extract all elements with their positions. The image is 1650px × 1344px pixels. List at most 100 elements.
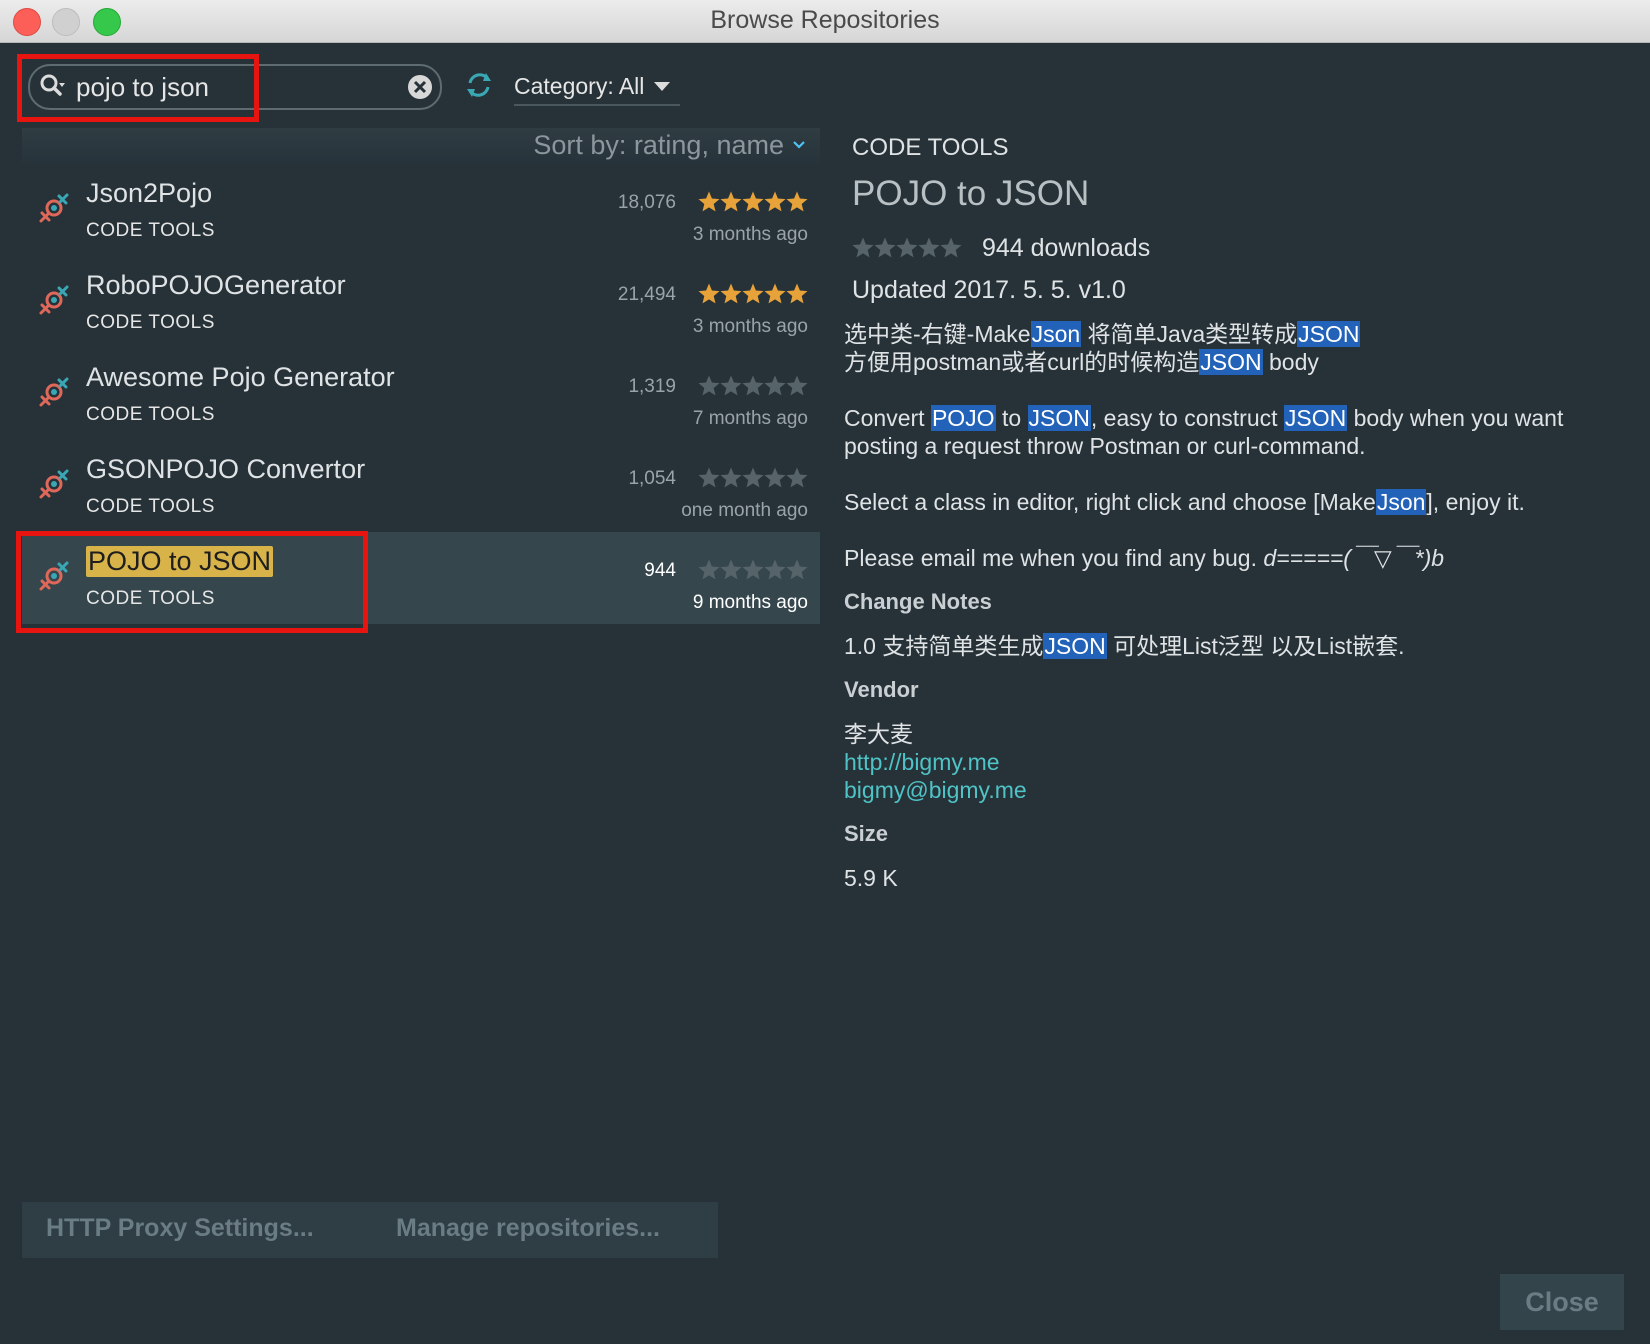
- search-match: JSON: [1027, 405, 1091, 431]
- star-icon: [698, 375, 720, 396]
- plugin-downloads: 18,076: [617, 192, 676, 213]
- star-icon: [786, 559, 808, 580]
- search-match: JSON: [1283, 405, 1348, 431]
- star-icon: [786, 375, 808, 396]
- desc-text: 1.0 支持简单类生成: [844, 633, 1044, 659]
- plugin-rating-stars: [698, 283, 808, 304]
- manage-repositories-button[interactable]: Manage repositories...: [396, 1214, 660, 1243]
- plugin-name: RoboPOJOGenerator: [86, 270, 346, 300]
- star-icon: [764, 191, 786, 212]
- description-usage: Select a class in editor, right click an…: [844, 488, 1634, 516]
- refresh-icon[interactable]: [462, 68, 496, 102]
- change-notes-heading: Change Notes: [844, 589, 992, 614]
- plugin-list-item[interactable]: GSONPOJO Convertor CODE TOOLS 1,054 one …: [22, 440, 820, 532]
- desc-text: Convert: [844, 405, 931, 431]
- browse-repositories-window: Browse Repositories Category: All Sort b…: [0, 0, 1650, 1344]
- plugin-category: CODE TOOLS: [86, 496, 215, 517]
- star-icon: [874, 237, 896, 258]
- vendor-info: 李大麦 http://bigmy.me bigmy@bigmy.me: [844, 720, 1634, 804]
- star-icon: [896, 237, 918, 258]
- desc-text: 可处理List泛型 以及List嵌套.: [1106, 633, 1405, 659]
- plugin-date: 7 months ago: [692, 408, 808, 429]
- plugin-list-item[interactable]: Json2Pojo CODE TOOLS 18,076 3 months ago: [22, 164, 820, 256]
- detail-rating-stars: [852, 237, 962, 258]
- search-match: JSON: [1043, 633, 1107, 659]
- bottom-actions: HTTP Proxy Settings... Manage repositori…: [22, 1202, 718, 1258]
- vendor-email-link[interactable]: bigmy@bigmy.me: [844, 777, 1027, 803]
- detail-description: 选中类-右键-MakeJson 将简单Java类型转成JSON 方便用postm…: [844, 320, 1634, 920]
- plugin-icon: [39, 469, 69, 499]
- star-icon: [742, 467, 764, 488]
- detail-downloads: 944 downloads: [982, 234, 1151, 262]
- category-label: Category: All: [514, 72, 645, 99]
- desc-text: Select a class in editor, right click an…: [844, 489, 1376, 515]
- detail-updated: Updated 2017. 5. 5. v1.0: [852, 276, 1126, 304]
- plugin-name: GSONPOJO Convertor: [86, 454, 366, 484]
- star-icon: [764, 559, 786, 580]
- annotation-highlight-selected-item: [16, 531, 368, 633]
- desc-text: 将简单Java类型转成: [1081, 321, 1298, 347]
- plugin-downloads: 21,494: [617, 284, 676, 305]
- search-match: JSON: [1297, 321, 1361, 347]
- search-match: POJO: [930, 405, 996, 431]
- detail-title: POJO to JSON: [852, 174, 1090, 213]
- star-icon: [720, 559, 742, 580]
- search-match: JSON: [1199, 349, 1263, 375]
- plugin-downloads: 1,054: [628, 468, 676, 489]
- chevron-down-icon: [654, 81, 671, 91]
- star-icon: [786, 467, 808, 488]
- desc-text: ], enjoy it.: [1426, 489, 1525, 515]
- sort-label[interactable]: Sort by: rating, name: [533, 130, 784, 161]
- plugin-date: 9 months ago: [692, 592, 808, 613]
- plugin-icon: [39, 193, 69, 223]
- plugin-name: Json2Pojo: [86, 178, 213, 208]
- desc-text: body: [1262, 349, 1319, 375]
- annotation-highlight-search: [17, 54, 259, 122]
- plugin-list-item[interactable]: Awesome Pojo Generator CODE TOOLS 1,319 …: [22, 348, 820, 440]
- plugin-list-item[interactable]: RoboPOJOGenerator CODE TOOLS 21,494 3 mo…: [22, 256, 820, 348]
- category-dropdown[interactable]: Category: All: [514, 68, 681, 106]
- title-bar: Browse Repositories: [0, 0, 1650, 43]
- search-match: Json: [1375, 489, 1427, 515]
- change-notes-text: 1.0 支持简单类生成JSON 可处理List泛型 以及List嵌套.: [844, 632, 1634, 660]
- desc-text: to: [995, 405, 1028, 431]
- description-english: Convert POJO to JSON, easy to construct …: [844, 404, 1634, 460]
- star-icon: [720, 375, 742, 396]
- desc-emoticon: d=====(￣▽￣*)b: [1263, 545, 1445, 571]
- star-icon: [764, 283, 786, 304]
- plugin-rating-stars: [698, 467, 808, 488]
- desc-text: Please email me when you find any bug.: [844, 545, 1264, 571]
- desc-text: 选中类-右键-Make: [844, 321, 1031, 347]
- http-proxy-settings-button[interactable]: HTTP Proxy Settings...: [46, 1214, 314, 1243]
- star-icon: [698, 283, 720, 304]
- plugin-date: 3 months ago: [692, 224, 808, 245]
- plugin-icon: [39, 377, 69, 407]
- plugin-downloads: 944: [644, 560, 676, 581]
- star-icon: [918, 237, 940, 258]
- star-icon: [786, 283, 808, 304]
- search-match: Json: [1030, 321, 1082, 347]
- desc-text: , easy to construct: [1090, 405, 1284, 431]
- vendor-heading: Vendor: [844, 677, 919, 702]
- star-icon: [742, 191, 764, 212]
- close-button[interactable]: Close: [1500, 1274, 1624, 1330]
- plugin-name: Awesome Pojo Generator: [86, 362, 395, 392]
- star-icon: [720, 191, 742, 212]
- sort-bar[interactable]: Sort by: rating, name: [22, 128, 820, 164]
- star-icon: [742, 283, 764, 304]
- description-bug-note: Please email me when you find any bug. d…: [844, 544, 1634, 572]
- star-icon: [852, 237, 874, 258]
- star-icon: [698, 191, 720, 212]
- star-icon: [940, 237, 962, 258]
- star-icon: [698, 559, 720, 580]
- sort-chevron-icon[interactable]: [792, 140, 806, 150]
- vendor-url-link[interactable]: http://bigmy.me: [844, 749, 1000, 775]
- star-icon: [720, 283, 742, 304]
- clear-search-icon[interactable]: [406, 73, 434, 101]
- detail-category: CODE TOOLS: [852, 134, 1009, 161]
- star-icon: [764, 375, 786, 396]
- star-icon: [786, 191, 808, 212]
- plugin-icon: [39, 285, 69, 315]
- plugin-rating-stars: [698, 559, 808, 580]
- description-chinese: 选中类-右键-MakeJson 将简单Java类型转成JSON 方便用postm…: [844, 320, 1634, 376]
